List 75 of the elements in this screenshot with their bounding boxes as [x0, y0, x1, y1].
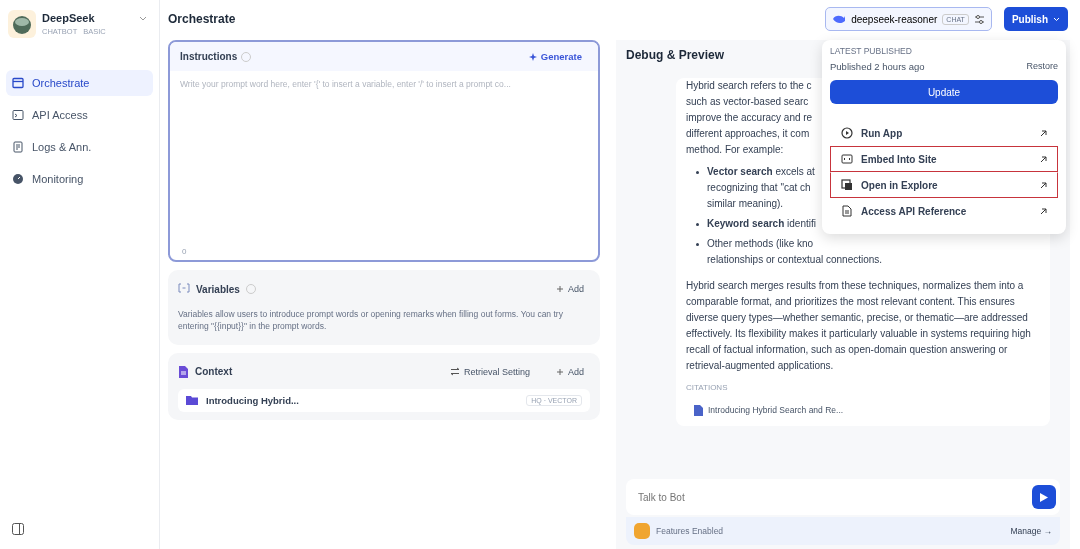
- page-title: Orchestrate: [168, 12, 236, 26]
- menu-label: LATEST PUBLISHED: [830, 46, 913, 56]
- panel-title: Debug & Preview: [626, 48, 725, 62]
- answer-paragraph: Hybrid search merges results from these techniques, normalizes them into a comparable format, and prioritizes the most relevant content. This ensures diverse query types—whether semantic, precise, or thematic—are addressed effectively. Its flexibility makes it particularly valuable in systems requiring high recall of factual information, such as open-domain question answering or retrieval-augmented applications.: [686, 279, 1032, 373]
- answer-text: relationships or contextual connections.: [707, 253, 883, 267]
- menu-item-icon: [841, 205, 853, 217]
- caret-icon: [1053, 16, 1060, 22]
- folder-icon: [186, 395, 198, 406]
- document-icon: [178, 365, 189, 378]
- document-icon: [694, 404, 703, 416]
- nav-icon: [12, 173, 24, 185]
- answer-text: different approaches, it com: [686, 127, 810, 141]
- nav-icon: [12, 109, 24, 121]
- whale-icon: [832, 14, 847, 24]
- nav-icon: [12, 141, 24, 153]
- answer-text: recognizing that "cat ch: [707, 181, 811, 195]
- menu-item-icon: [841, 179, 853, 191]
- plus-icon: [556, 367, 564, 376]
- bullet-icon: [696, 171, 699, 174]
- restore-link[interactable]: Restore: [1026, 61, 1058, 72]
- external-link-icon: [1040, 129, 1047, 137]
- menu-item[interactable]: Run App: [830, 120, 1058, 146]
- add-button[interactable]: Add: [550, 283, 590, 295]
- app-logo-icon: [8, 10, 36, 38]
- answer-text: improve the accuracy and re: [686, 111, 813, 125]
- features-label: Features Enabled: [656, 526, 724, 536]
- manage-link[interactable]: Manage →: [1010, 526, 1052, 536]
- character-count: 0: [181, 247, 188, 258]
- card-title: Instructions: [180, 51, 238, 62]
- answer-text: similar meaning).: [707, 197, 784, 211]
- update-button[interactable]: Update: [830, 80, 1058, 104]
- bullet-icon: [696, 223, 699, 226]
- citations-label: CITATIONS: [686, 382, 729, 394]
- variables-description: Variables allow users to introduce prompt words or opening remarks when filling out forms. You can try entering "{{input}}" in the prompt words.: [178, 308, 564, 333]
- sidebar-toggle-icon[interactable]: [12, 523, 24, 535]
- external-link-icon: [1040, 155, 1047, 163]
- send-button[interactable]: [1032, 485, 1056, 509]
- menu-item[interactable]: Access API Reference: [830, 198, 1058, 224]
- sliders-icon: [973, 13, 985, 25]
- send-icon: [1039, 491, 1049, 503]
- bullet-icon: [696, 243, 699, 246]
- app-name: DeepSeek: [42, 12, 96, 24]
- nav-icon: [12, 77, 24, 89]
- sidebar-item[interactable]: Orchestrate: [6, 70, 153, 96]
- publish-status: Published 2 hours ago: [830, 61, 925, 72]
- external-link-icon: [1040, 207, 1047, 215]
- card-title: Context: [195, 366, 233, 378]
- answer-text: method. For example:: [686, 143, 784, 157]
- plus-icon: [556, 285, 564, 293]
- sidebar-item[interactable]: Logs & Ann.: [6, 134, 153, 160]
- caret-icon[interactable]: [139, 16, 147, 22]
- external-link-icon: [1040, 181, 1047, 189]
- answer-text: Keyword search identifi: [707, 217, 816, 231]
- answer-text: Other methods (like kno: [707, 237, 814, 251]
- menu-item-icon: [841, 127, 853, 139]
- citation-link[interactable]: Introducing Hybrid Search and Re...: [694, 402, 1042, 418]
- answer-text: Hybrid search refers to the c: [686, 79, 812, 93]
- instructions-editor[interactable]: Instructions Generate Write your prompt word here, enter '{' to insert a variable, enter '/' to insert a prompt co... 0: [168, 40, 600, 262]
- swap-icon: [449, 367, 460, 377]
- menu-item-icon: [841, 153, 853, 165]
- retrieval-setting-button[interactable]: Retrieval Setting: [443, 365, 536, 378]
- answer-text: such as vector-based searc: [686, 95, 809, 109]
- sidebar-item[interactable]: API Access: [6, 102, 153, 128]
- add-button[interactable]: Add: [550, 365, 590, 378]
- generate-button[interactable]: Generate: [522, 50, 588, 63]
- features-icon: [634, 523, 650, 539]
- menu-item[interactable]: Embed Into Site: [830, 146, 1058, 172]
- variable-icon: [178, 283, 190, 295]
- sidebar-item[interactable]: Monitoring: [6, 166, 153, 192]
- chat-field[interactable]: Talk to Bot: [626, 479, 1060, 515]
- card-title: Variables: [196, 283, 240, 295]
- sparkle-icon: [528, 52, 537, 61]
- answer-text: Vector search excels at: [707, 165, 815, 179]
- menu-item[interactable]: Open in Explore: [830, 172, 1058, 198]
- publish-button[interactable]: Publish: [1003, 7, 1068, 31]
